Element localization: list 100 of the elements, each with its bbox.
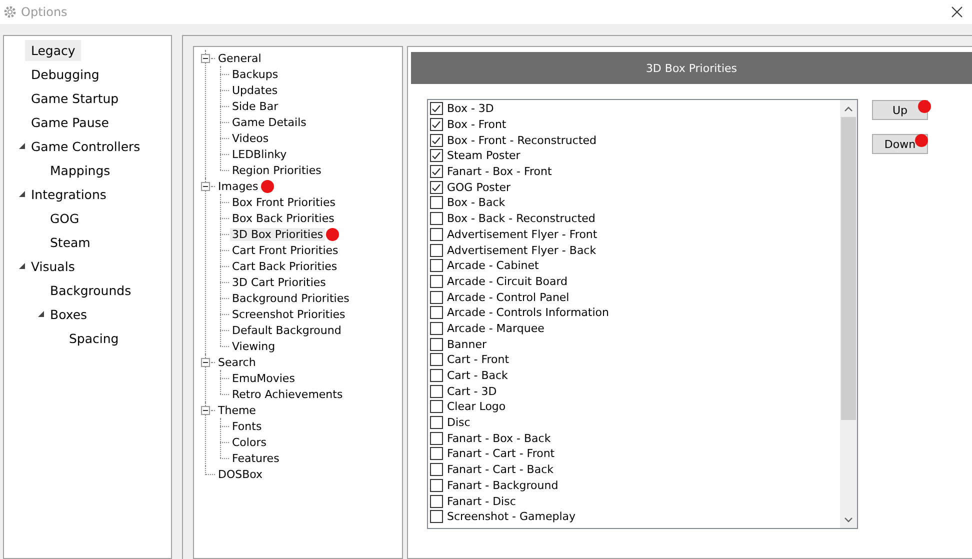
item-label: Box - Back bbox=[447, 196, 506, 210]
checkbox[interactable] bbox=[430, 259, 443, 272]
tree-item[interactable]: Theme bbox=[216, 404, 258, 416]
item-label: Box - 3D bbox=[447, 102, 494, 116]
item-label: GOG Poster bbox=[447, 180, 511, 194]
expand-arrow-icon[interactable] bbox=[18, 191, 24, 197]
tree-item[interactable]: Viewing bbox=[230, 340, 278, 352]
checkbox[interactable] bbox=[430, 196, 443, 210]
tree-item[interactable]: Search bbox=[216, 356, 258, 368]
item-label: Banner bbox=[447, 338, 487, 351]
tree-item[interactable]: Box Front Priorities bbox=[230, 196, 338, 208]
collapse-icon[interactable] bbox=[201, 54, 210, 62]
checkbox[interactable] bbox=[430, 274, 443, 288]
item-label: Steam Poster bbox=[447, 149, 520, 162]
tree-item[interactable]: EmuMovies bbox=[230, 372, 297, 384]
checkbox[interactable] bbox=[430, 369, 443, 382]
checkbox[interactable] bbox=[430, 322, 443, 335]
nav-item[interactable]: Game Startup bbox=[25, 88, 125, 108]
nav-item[interactable]: Boxes bbox=[44, 304, 94, 324]
tree-item[interactable]: DOSBox bbox=[216, 468, 265, 480]
checkbox[interactable] bbox=[430, 478, 443, 492]
tree-item[interactable]: Cart Front Priorities bbox=[230, 244, 340, 256]
tree-item[interactable]: Features bbox=[230, 452, 282, 464]
checkbox[interactable] bbox=[430, 180, 443, 194]
nav-item[interactable]: GOG bbox=[44, 208, 86, 228]
tree-item[interactable]: Background Priorities bbox=[230, 292, 352, 304]
tree-item[interactable]: Game Details bbox=[230, 116, 308, 128]
tree-item[interactable]: Default Background bbox=[230, 324, 344, 336]
tree-item[interactable]: Videos bbox=[230, 132, 271, 144]
nav-item[interactable]: Visuals bbox=[25, 256, 81, 276]
checkbox[interactable] bbox=[430, 244, 443, 257]
tree-item[interactable]: 3D Cart Priorities bbox=[230, 276, 328, 288]
item-label: Fanart - Disc bbox=[447, 494, 516, 508]
checkbox[interactable] bbox=[430, 149, 443, 162]
down-button[interactable]: Down bbox=[872, 134, 928, 154]
checkbox[interactable] bbox=[430, 118, 443, 132]
nav-item[interactable]: Game Controllers bbox=[25, 136, 146, 156]
window-title: Options bbox=[21, 5, 68, 19]
checkbox[interactable] bbox=[430, 463, 443, 476]
collapse-icon[interactable] bbox=[201, 406, 210, 414]
item-label: Arcade - Control Panel bbox=[447, 290, 570, 304]
tree-item[interactable]: Side Bar bbox=[230, 100, 280, 112]
checkbox[interactable] bbox=[430, 416, 443, 430]
close-icon bbox=[951, 6, 963, 18]
tree-item[interactable]: Screenshot Priorities bbox=[230, 308, 348, 320]
panel-header: 3D Box Priorities bbox=[411, 52, 972, 84]
nav-item[interactable]: Steam bbox=[44, 232, 96, 252]
tree-item[interactable]: Colors bbox=[230, 436, 268, 448]
item-label: Clear Logo bbox=[447, 400, 506, 414]
tree-item[interactable]: Updates bbox=[230, 84, 280, 96]
nav-item[interactable]: Mappings bbox=[44, 160, 116, 180]
tree-item[interactable]: Backups bbox=[230, 68, 280, 80]
checkbox[interactable] bbox=[430, 432, 443, 445]
item-label: Advertisement Flyer - Back bbox=[447, 244, 596, 257]
nav-item[interactable]: Debugging bbox=[25, 64, 106, 84]
tree-item[interactable]: Region Priorities bbox=[230, 164, 324, 176]
expand-arrow-icon[interactable] bbox=[18, 263, 24, 269]
checkbox[interactable] bbox=[430, 384, 443, 398]
scroll-up-icon[interactable] bbox=[844, 106, 853, 112]
item-label: Fanart - Box - Back bbox=[447, 432, 551, 445]
tree-item[interactable]: General bbox=[216, 52, 264, 64]
checkbox[interactable] bbox=[430, 165, 443, 178]
scroll-down-icon[interactable] bbox=[844, 516, 853, 522]
nav-item[interactable]: Spacing bbox=[63, 328, 125, 348]
up-button[interactable]: Up bbox=[872, 100, 928, 120]
item-label: Box - Front - Reconstructed bbox=[447, 134, 597, 147]
checkbox[interactable] bbox=[430, 353, 443, 366]
checkbox[interactable] bbox=[430, 494, 443, 508]
checkbox[interactable] bbox=[430, 510, 443, 524]
checkbox[interactable] bbox=[430, 102, 443, 116]
tree-item[interactable]: Fonts bbox=[230, 420, 264, 432]
item-label: Disc bbox=[447, 416, 470, 430]
tree-item[interactable]: LEDBlinky bbox=[230, 148, 289, 160]
checkbox[interactable] bbox=[430, 306, 443, 320]
checkbox[interactable] bbox=[430, 400, 443, 414]
nav-item[interactable]: Legacy bbox=[25, 40, 82, 60]
tree-item[interactable]: Retro Achievements bbox=[230, 388, 345, 400]
checkbox[interactable] bbox=[430, 134, 443, 147]
tree-item[interactable]: Box Back Priorities bbox=[230, 212, 336, 224]
checkbox[interactable] bbox=[430, 228, 443, 241]
tree-item[interactable]: 3D Box Priorities bbox=[230, 228, 326, 240]
expand-arrow-icon[interactable] bbox=[38, 311, 44, 317]
collapse-icon[interactable] bbox=[201, 182, 210, 190]
item-label: Cart - Front bbox=[447, 353, 510, 366]
tree-item[interactable]: Images bbox=[216, 180, 260, 192]
nav-item[interactable]: Backgrounds bbox=[44, 280, 138, 300]
expand-arrow-icon[interactable] bbox=[18, 143, 24, 149]
collapse-icon[interactable] bbox=[201, 358, 210, 366]
item-label: Fanart - Cart - Back bbox=[447, 463, 554, 476]
checkbox[interactable] bbox=[430, 290, 443, 304]
nav-item[interactable]: Integrations bbox=[25, 184, 112, 204]
nav-item[interactable]: Game Pause bbox=[25, 112, 115, 132]
item-label: Screenshot - Gameplay bbox=[447, 510, 576, 524]
scrollbar[interactable] bbox=[840, 100, 857, 528]
item-label: Box - Front bbox=[447, 118, 506, 132]
checkbox[interactable] bbox=[430, 338, 443, 351]
tree-item[interactable]: Cart Back Priorities bbox=[230, 260, 340, 272]
item-label: Fanart - Box - Front bbox=[447, 165, 552, 178]
checkbox[interactable] bbox=[430, 447, 443, 460]
checkbox[interactable] bbox=[430, 212, 443, 226]
